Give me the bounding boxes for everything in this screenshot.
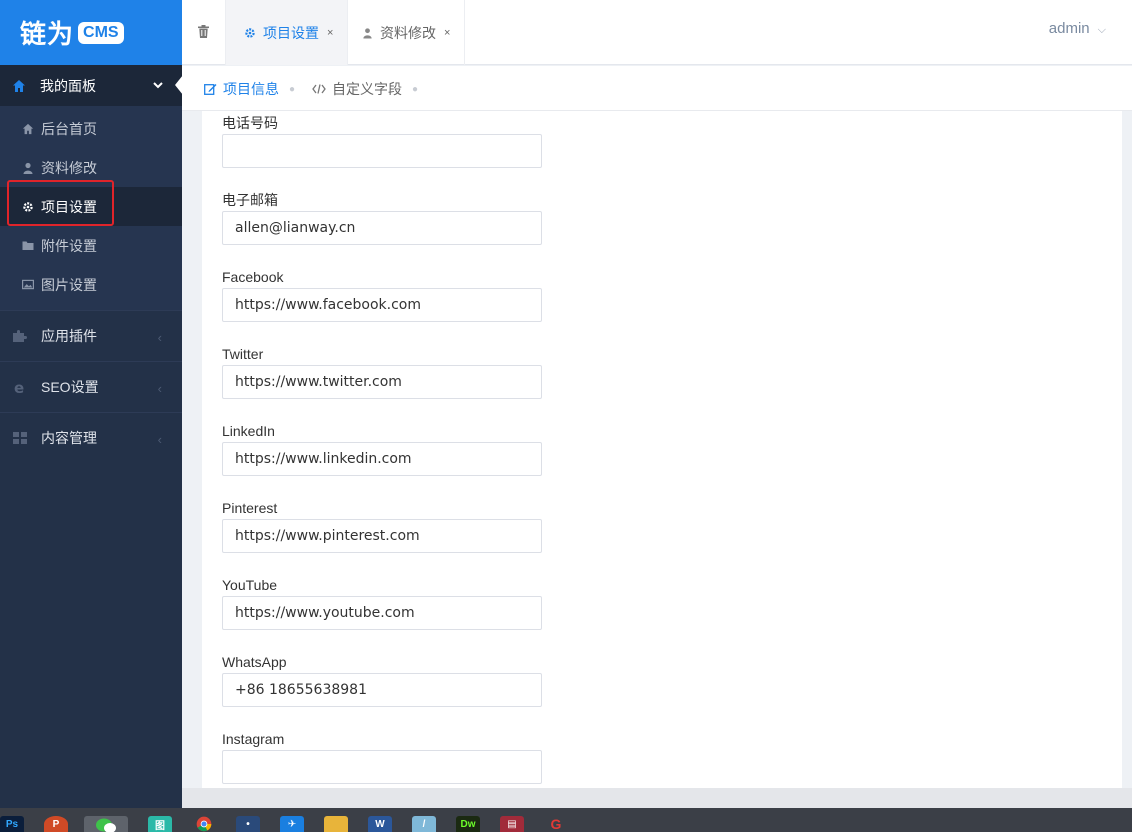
app-icon[interactable]: ✈ bbox=[280, 816, 304, 832]
home-icon bbox=[22, 123, 34, 135]
field-label: YouTube bbox=[222, 577, 278, 593]
chevron-left-icon: ‹ bbox=[157, 381, 162, 396]
brand-logo[interactable]: 链为 CMS bbox=[0, 0, 182, 65]
nav-group-label: SEO设置 bbox=[41, 379, 99, 395]
field-whatsapp: WhatsApp bbox=[222, 651, 542, 707]
sidebar-item-attachments[interactable]: 附件设置 bbox=[0, 226, 182, 265]
subtab-bar: 项目信息 ● 自定义字段 ● bbox=[182, 66, 1132, 111]
nav-content[interactable]: 内容管理 ‹ bbox=[0, 412, 182, 463]
close-icon[interactable]: × bbox=[444, 27, 450, 39]
nav-my-panel[interactable]: 我的面板 bbox=[0, 65, 183, 106]
bot-icon[interactable]: • bbox=[236, 816, 260, 832]
brand-name: 链为 bbox=[20, 20, 75, 50]
folder-icon bbox=[22, 240, 34, 252]
grid-icon bbox=[12, 431, 28, 445]
field-facebook: Facebook bbox=[222, 266, 542, 322]
tab-profile[interactable]: 资料修改 × bbox=[344, 0, 466, 65]
tab-project-settings[interactable]: 项目设置 × bbox=[226, 0, 349, 65]
trash-icon bbox=[198, 24, 209, 41]
instagram-input[interactable] bbox=[222, 750, 542, 784]
close-icon[interactable]: × bbox=[327, 27, 333, 39]
settings-form: 电话号码 电子邮箱 Facebook Twitter LinkedIn Pint… bbox=[202, 111, 1122, 788]
puzzle-icon bbox=[12, 329, 28, 343]
field-email: 电子邮箱 bbox=[222, 189, 542, 245]
field-twitter: Twitter bbox=[222, 343, 542, 399]
code-icon bbox=[312, 84, 326, 94]
field-label: Facebook bbox=[222, 269, 284, 285]
field-label: LinkedIn bbox=[222, 423, 275, 439]
field-youtube: YouTube bbox=[222, 574, 542, 630]
field-label: Instagram bbox=[222, 731, 285, 747]
database-icon[interactable]: ▤ bbox=[500, 816, 524, 832]
folder-icon[interactable] bbox=[324, 816, 348, 832]
scroll-area-footer bbox=[182, 788, 1132, 808]
field-label: 电子邮箱 bbox=[222, 192, 278, 208]
sidebar-item-label: 附件设置 bbox=[41, 237, 97, 254]
whatsapp-input[interactable] bbox=[222, 673, 542, 707]
word-icon[interactable]: W bbox=[368, 816, 392, 832]
field-linkedin: LinkedIn bbox=[222, 420, 542, 476]
dot-separator: ● bbox=[289, 83, 296, 95]
sidebar-item-label: 图片设置 bbox=[41, 276, 97, 293]
os-taskbar: Ps P 图 • ✈ W / Dw ▤ G bbox=[0, 808, 1132, 832]
nav-group-label: 应用插件 bbox=[41, 328, 97, 344]
phone-input[interactable] bbox=[222, 134, 542, 168]
edit-icon bbox=[204, 83, 217, 95]
field-label: WhatsApp bbox=[222, 654, 287, 670]
user-menu[interactable]: admin ⌵ bbox=[1049, 20, 1106, 37]
youtube-input[interactable] bbox=[222, 596, 542, 630]
chevron-left-icon: ‹ bbox=[157, 330, 162, 345]
field-label: 电话号码 bbox=[222, 115, 278, 131]
username: admin bbox=[1048, 20, 1090, 37]
linkedin-input[interactable] bbox=[222, 442, 542, 476]
field-pinterest: Pinterest bbox=[222, 497, 542, 553]
gear-icon bbox=[244, 27, 256, 39]
chevron-down-icon: ⌵ bbox=[1097, 24, 1106, 36]
sidebar-item-images[interactable]: 图片设置 bbox=[0, 265, 182, 304]
chrome-icon[interactable] bbox=[192, 816, 216, 832]
highlight-box bbox=[7, 180, 114, 226]
sidebar-item-dashboard[interactable]: 后台首页 bbox=[0, 109, 182, 148]
field-label: Twitter bbox=[222, 346, 264, 362]
tab-label: 项目设置 bbox=[263, 24, 319, 41]
sidebar: 链为 CMS 我的面板 后台首页 资料修改 项目设置 附件设置 图片设置 应用插… bbox=[0, 0, 183, 808]
image-icon bbox=[22, 279, 34, 291]
sidebar-item-label: 后台首页 bbox=[41, 120, 97, 137]
facebook-input[interactable] bbox=[222, 288, 542, 322]
dreamweaver-icon[interactable]: Dw bbox=[456, 816, 480, 832]
field-phone: 电话号码 bbox=[222, 112, 542, 168]
user-icon bbox=[362, 27, 373, 39]
home-icon bbox=[12, 79, 26, 93]
subtab-label: 自定义字段 bbox=[332, 81, 402, 97]
top-bar: 项目设置 × 资料修改 × admin ⌵ bbox=[182, 0, 1132, 65]
pinterest-input[interactable] bbox=[222, 519, 542, 553]
chevron-down-icon bbox=[152, 78, 164, 94]
subtab-label: 项目信息 bbox=[223, 81, 279, 97]
ie-icon: e bbox=[12, 380, 28, 394]
pen-icon[interactable]: / bbox=[412, 816, 436, 832]
subtab-custom-fields[interactable]: 自定义字段 ● bbox=[312, 79, 418, 99]
brand-badge: CMS bbox=[78, 21, 124, 44]
twitter-input[interactable] bbox=[222, 365, 542, 399]
subtab-project-info[interactable]: 项目信息 ● bbox=[204, 79, 295, 99]
viewer-icon[interactable]: 图 bbox=[148, 816, 172, 832]
email-input[interactable] bbox=[222, 211, 542, 245]
svg-text:e: e bbox=[14, 380, 24, 394]
trash-button[interactable] bbox=[182, 0, 226, 65]
photoshop-icon[interactable]: Ps bbox=[0, 816, 24, 832]
wechat-icon[interactable] bbox=[84, 816, 128, 832]
nav-plugins[interactable]: 应用插件 ‹ bbox=[0, 310, 182, 361]
nav-my-panel-label: 我的面板 bbox=[40, 77, 96, 94]
g-app-icon[interactable]: G bbox=[544, 816, 568, 832]
nav-seo[interactable]: e SEO设置 ‹ bbox=[0, 361, 182, 412]
powerpoint-icon[interactable]: P bbox=[44, 816, 68, 832]
user-icon bbox=[22, 162, 34, 174]
sidebar-item-label: 资料修改 bbox=[41, 159, 97, 176]
nav-group-label: 内容管理 bbox=[41, 430, 97, 446]
tab-label: 资料修改 bbox=[380, 24, 436, 41]
chevron-left-icon: ‹ bbox=[157, 432, 162, 447]
field-label: Pinterest bbox=[222, 500, 278, 516]
field-instagram: Instagram bbox=[222, 728, 542, 784]
dot-separator: ● bbox=[412, 83, 419, 95]
